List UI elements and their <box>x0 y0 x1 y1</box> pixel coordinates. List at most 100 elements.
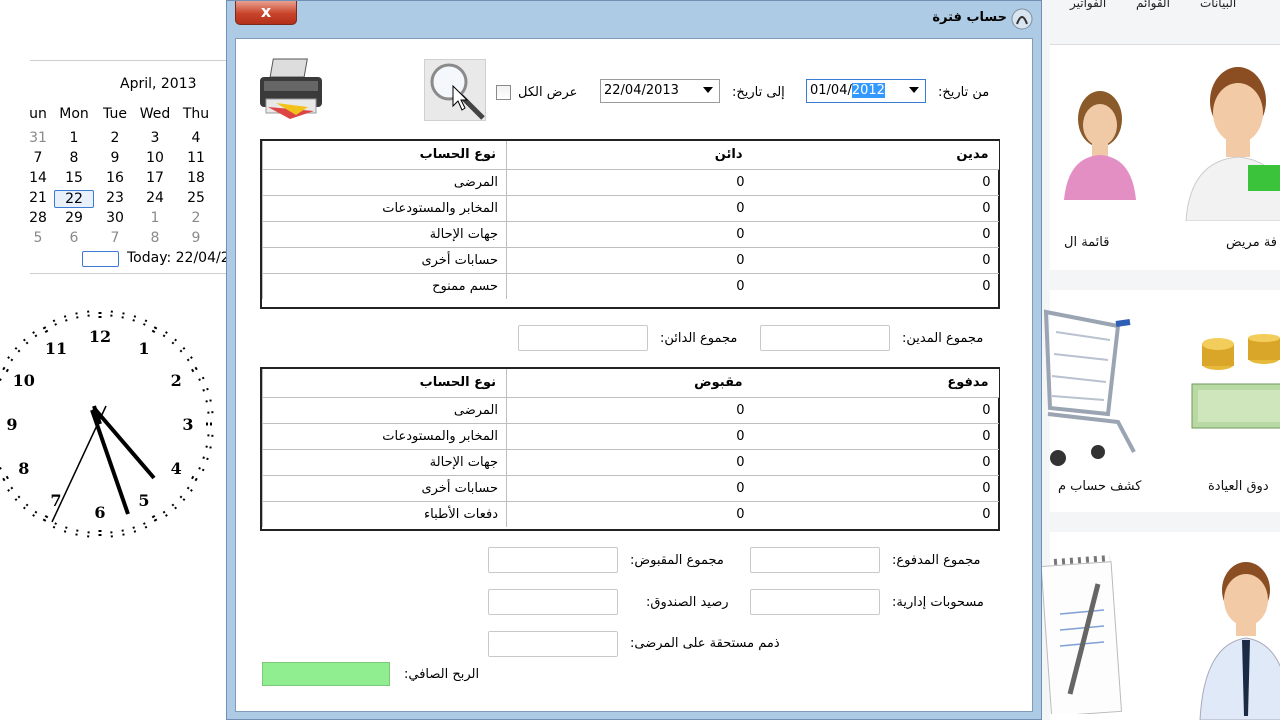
column-header[interactable]: مدين <box>752 141 999 170</box>
table-row[interactable]: 0 0 جهات الإحالة <box>262 449 999 476</box>
calendar-day[interactable]: 7 <box>95 230 135 246</box>
account-type-cell[interactable]: جهات الإحالة <box>262 221 507 248</box>
patient-dues-field[interactable] <box>488 631 618 657</box>
account-type-cell[interactable]: جهات الإحالة <box>262 449 507 476</box>
table-row[interactable]: 0 0 دفعات الأطباء <box>262 501 999 527</box>
from-date-picker[interactable]: 01/04/2012 <box>806 79 926 103</box>
table-row[interactable]: 0 0 حسابات أخرى <box>262 247 999 274</box>
show-all-checkbox[interactable] <box>496 85 511 100</box>
calendar-day[interactable]: 21 <box>18 190 58 206</box>
amount-cell[interactable]: 0 <box>752 169 999 196</box>
calendar-day[interactable]: 22 <box>54 190 94 208</box>
amount-cell[interactable]: 0 <box>506 195 753 222</box>
account-type-cell[interactable]: المخابر والمستودعات <box>262 423 507 450</box>
column-header[interactable]: مدفوع <box>752 369 999 398</box>
table-row[interactable]: 0 0 حسم ممنوح <box>262 273 999 299</box>
calendar-day[interactable]: 9 <box>95 150 135 166</box>
calendar-day[interactable]: 9 <box>176 230 216 246</box>
calendar-day[interactable]: 10 <box>135 150 175 166</box>
amount-cell[interactable]: 0 <box>752 449 999 476</box>
account-type-cell[interactable]: حسابات أخرى <box>262 475 507 502</box>
bg-menu-item[interactable]: القوائم <box>1136 0 1170 10</box>
amount-cell[interactable]: 0 <box>752 397 999 424</box>
amount-cell[interactable]: 0 <box>506 501 753 527</box>
calendar-day[interactable]: 29 <box>54 210 94 226</box>
close-button[interactable]: x <box>235 1 297 25</box>
column-header[interactable]: نوع الحساب <box>262 369 507 398</box>
table-row[interactable]: 0 0 المخابر والمستودعات <box>262 423 999 450</box>
payments-grid[interactable]: مدفوع مقبوض نوع الحساب 0 0 المرضى 0 0 المخابر… <box>260 367 1000 531</box>
calendar-day[interactable]: 6 <box>54 230 94 246</box>
calendar-day[interactable]: 1 <box>54 130 94 146</box>
calendar-day[interactable]: 7 <box>18 150 58 166</box>
amount-cell[interactable]: 0 <box>506 423 753 450</box>
calendar-day[interactable]: 5 <box>18 230 58 246</box>
accounts-grid[interactable]: مدين دائن نوع الحساب 0 0 المرضى 0 0 المخابر و… <box>260 139 1000 309</box>
account-type-cell[interactable]: المرضى <box>262 169 507 196</box>
amount-cell[interactable]: 0 <box>506 221 753 248</box>
calendar-day[interactable]: 1 <box>135 210 175 226</box>
calendar-day[interactable]: 25 <box>176 190 216 206</box>
account-type-cell[interactable]: حسابات أخرى <box>262 247 507 274</box>
calendar-day[interactable]: 31 <box>18 130 58 146</box>
calendar-day[interactable]: 8 <box>54 150 94 166</box>
amount-cell[interactable]: 0 <box>753 501 999 527</box>
amount-cell[interactable]: 0 <box>752 423 999 450</box>
amount-cell[interactable]: 0 <box>506 449 753 476</box>
account-type-cell[interactable]: المخابر والمستودعات <box>262 195 507 222</box>
calendar-day[interactable]: 14 <box>18 170 58 186</box>
column-header[interactable]: مقبوض <box>506 369 753 398</box>
box-balance-field[interactable] <box>488 589 618 615</box>
calendar-day[interactable]: 24 <box>135 190 175 206</box>
amount-cell[interactable]: 0 <box>752 221 999 248</box>
table-row[interactable]: 0 0 جهات الإحالة <box>262 221 999 248</box>
paid-total-field[interactable] <box>750 547 880 573</box>
calendar-day[interactable]: 4 <box>176 130 216 146</box>
dialog-titlebar[interactable]: x حساب فترة <box>227 1 1041 37</box>
amount-cell[interactable]: 0 <box>506 247 753 274</box>
amount-cell[interactable]: 0 <box>752 475 999 502</box>
calendar-today-label[interactable]: Today: 22/04/2 <box>127 250 230 266</box>
admin-withdrawals-field[interactable] <box>750 589 880 615</box>
chevron-down-icon[interactable] <box>703 87 713 93</box>
calendar-day[interactable]: 16 <box>95 170 135 186</box>
amount-cell[interactable]: 0 <box>506 273 753 299</box>
amount-cell[interactable]: 0 <box>506 169 753 196</box>
column-header[interactable]: نوع الحساب <box>262 141 507 170</box>
calendar-day[interactable]: 18 <box>176 170 216 186</box>
table-row[interactable]: 0 0 المرضى <box>262 397 999 424</box>
calendar-day[interactable]: 15 <box>54 170 94 186</box>
debit-total-field[interactable] <box>760 325 890 351</box>
calendar-day[interactable]: 11 <box>176 150 216 166</box>
calendar-day[interactable]: 2 <box>176 210 216 226</box>
credit-total-field[interactable] <box>518 325 648 351</box>
bg-label[interactable]: دوق العيادة <box>1208 479 1269 494</box>
to-date-picker[interactable]: 22/04/2013 <box>600 79 720 103</box>
table-row[interactable]: 0 0 المخابر والمستودعات <box>262 195 999 222</box>
bg-label[interactable]: فة مريض <box>1226 235 1277 250</box>
account-type-cell[interactable]: حسم ممنوح <box>262 273 507 299</box>
calendar-day[interactable]: 23 <box>95 190 135 206</box>
amount-cell[interactable]: 0 <box>506 397 753 424</box>
account-type-cell[interactable]: دفعات الأطباء <box>262 501 507 527</box>
calendar-day[interactable]: 8 <box>135 230 175 246</box>
calendar-day[interactable]: 28 <box>18 210 58 226</box>
search-button[interactable] <box>424 59 486 121</box>
printer-icon[interactable] <box>256 55 328 121</box>
calendar-day[interactable]: 17 <box>135 170 175 186</box>
table-row[interactable]: 0 0 حسابات أخرى <box>262 475 999 502</box>
column-header[interactable]: دائن <box>506 141 753 170</box>
amount-cell[interactable]: 0 <box>506 475 753 502</box>
net-profit-field[interactable] <box>262 662 390 686</box>
amount-cell[interactable]: 0 <box>752 247 999 274</box>
bg-menu-item[interactable]: البيانات <box>1200 0 1236 10</box>
table-row[interactable]: 0 0 المرضى <box>262 169 999 196</box>
account-type-cell[interactable]: المرضى <box>262 397 507 424</box>
chevron-down-icon[interactable] <box>909 87 919 93</box>
amount-cell[interactable]: 0 <box>753 273 999 299</box>
calendar-day[interactable]: 2 <box>95 130 135 146</box>
bg-label[interactable]: كشف حساب م <box>1058 479 1141 494</box>
received-total-field[interactable] <box>488 547 618 573</box>
calendar-day[interactable]: 3 <box>135 130 175 146</box>
bg-menu-item[interactable]: الفواتير <box>1070 0 1106 10</box>
